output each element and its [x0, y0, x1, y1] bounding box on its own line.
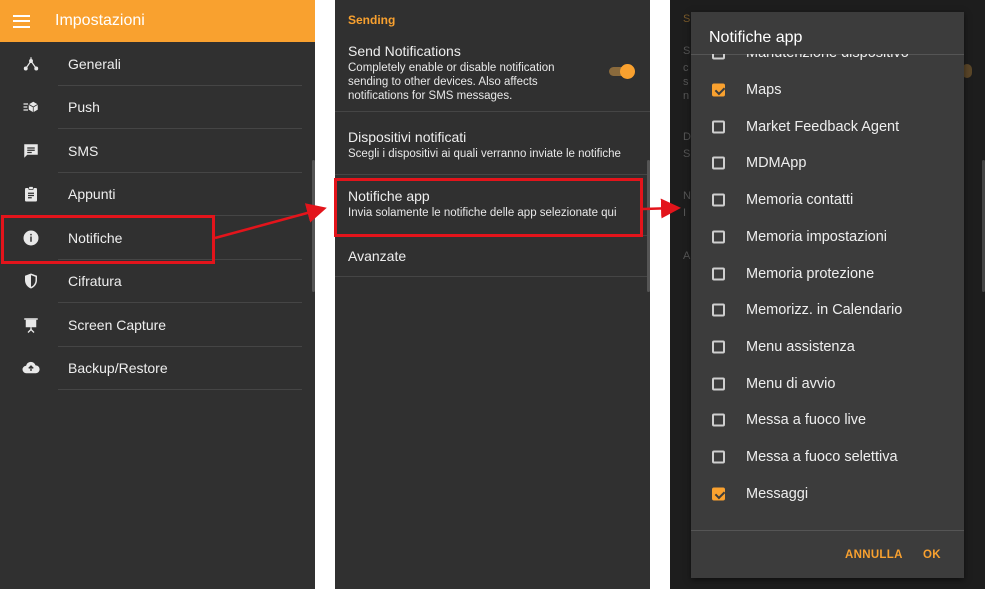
- checkbox-unchecked-icon[interactable]: [712, 120, 725, 134]
- pref-dispositivi-notificati[interactable]: Dispositivi notificati Scegli i disposit…: [335, 112, 650, 175]
- app-checkbox-row[interactable]: Maps: [691, 72, 964, 109]
- scrollbar[interactable]: [312, 160, 315, 292]
- nav-item-screen-capture[interactable]: Screen Capture: [0, 303, 315, 347]
- pref-subtitle: Scegli i dispositivi ai quali verranno i…: [348, 148, 621, 160]
- background-fragment: s: [683, 76, 689, 88]
- checkbox-unchecked-icon[interactable]: [712, 450, 725, 464]
- checkbox-unchecked-icon[interactable]: [712, 54, 725, 60]
- ok-button[interactable]: OK: [923, 549, 941, 561]
- nav-label: SMS: [68, 142, 99, 159]
- nav-item-cifratura[interactable]: Cifratura: [0, 260, 315, 303]
- notification-settings-panel: Sending Send Notifications Completely en…: [335, 0, 650, 589]
- app-checkbox-row[interactable]: Memoria impostazioni: [691, 219, 964, 256]
- cancel-button[interactable]: ANNULLA: [845, 549, 903, 561]
- app-name-label: MDMApp: [746, 155, 807, 172]
- checkbox-checked-icon[interactable]: [712, 487, 725, 501]
- pref-avanzate[interactable]: Avanzate: [335, 236, 650, 277]
- projector-icon: [24, 318, 38, 333]
- app-checkbox-row[interactable]: Market Feedback Agent: [691, 108, 964, 145]
- highlight-notifiche-nav: [1, 215, 215, 264]
- app-checkbox-row[interactable]: Messa a fuoco selettiva: [691, 439, 964, 476]
- pref-subtitle: Completely enable or disable notificatio…: [348, 62, 555, 102]
- sms-icon: [24, 144, 38, 158]
- shield-icon: [25, 273, 37, 289]
- hamburger-menu-icon[interactable]: [13, 14, 30, 28]
- nav-label: Backup/Restore: [68, 360, 168, 377]
- background-fragment: N: [683, 190, 691, 202]
- nav-item-appunti[interactable]: Appunti: [0, 173, 315, 216]
- app-name-label: Menu di avvio: [746, 375, 836, 392]
- pref-send-notifications[interactable]: Send Notifications Completely enable or …: [335, 0, 650, 112]
- app-checkbox-row[interactable]: MDMApp: [691, 145, 964, 182]
- nav-label: Push: [68, 99, 100, 116]
- nav-item-push[interactable]: Push: [0, 86, 315, 129]
- app-checkbox-row[interactable]: Memoria protezione: [691, 255, 964, 292]
- checkbox-unchecked-icon[interactable]: [712, 156, 725, 170]
- background-fragment: c: [683, 62, 689, 74]
- app-name-label: Messaggi: [746, 485, 809, 502]
- push-icon: [23, 102, 38, 113]
- checkbox-unchecked-icon[interactable]: [712, 267, 725, 281]
- dialog-title: Notifiche app: [709, 29, 803, 46]
- app-name-label: Memoria contatti: [746, 192, 854, 209]
- background-fragment: n: [683, 90, 690, 102]
- nav-item-sms[interactable]: SMS: [0, 129, 315, 173]
- app-checkbox-row[interactable]: Menu assistenza: [691, 329, 964, 366]
- nav-label: Screen Capture: [68, 316, 167, 333]
- background-fragment: S: [683, 45, 691, 57]
- app-bar: Impostazioni: [0, 0, 315, 42]
- nav-item-backup-restore[interactable]: Backup/Restore: [0, 347, 315, 390]
- app-name-label: Messa a fuoco selettiva: [746, 449, 898, 466]
- app-name-label: Manutenzione dispositivo: [746, 54, 909, 61]
- checkbox-unchecked-icon[interactable]: [712, 303, 725, 317]
- checkbox-unchecked-icon[interactable]: [712, 193, 725, 207]
- app-checkbox-row[interactable]: Messa a fuoco live: [691, 402, 964, 439]
- app-name-label: Market Feedback Agent: [746, 118, 900, 135]
- background-fragment: I: [683, 207, 687, 219]
- app-checkbox-row[interactable]: Memoria contatti: [691, 182, 964, 219]
- app-checkbox-row[interactable]: Manutenzione dispositivo: [691, 54, 964, 72]
- checkbox-unchecked-icon[interactable]: [712, 377, 725, 391]
- app-name-label: Memoria protezione: [746, 265, 875, 282]
- app-selection-panel: S S c s n D S N I A Notifiche app Manute…: [670, 0, 985, 589]
- background-fragment: A: [683, 250, 691, 262]
- app-name-label: Maps: [746, 82, 782, 99]
- app-selection-dialog: Notifiche app Manutenzione dispositivoMa…: [691, 12, 964, 578]
- clipboard-icon: [25, 186, 37, 202]
- highlight-notifiche-app-pref: [334, 178, 643, 237]
- nav-label: Cifratura: [68, 273, 122, 290]
- scrollbar[interactable]: [647, 160, 650, 292]
- background-fragment: S: [683, 148, 691, 160]
- app-checkbox-row[interactable]: Memorizz. in Calendario: [691, 292, 964, 329]
- app-name-label: Menu assistenza: [746, 338, 855, 355]
- checkbox-unchecked-icon[interactable]: [712, 230, 725, 244]
- pref-title: Avanzate: [348, 248, 407, 264]
- app-checkbox-row[interactable]: Menu di avvio: [691, 365, 964, 402]
- background-fragment: S: [683, 13, 691, 25]
- nav-item-generali[interactable]: Generali: [0, 42, 315, 86]
- pref-title: Send Notifications: [348, 43, 461, 59]
- settings-panel: Impostazioni Generali Push SMS Appunti N…: [0, 0, 315, 589]
- checkbox-unchecked-icon[interactable]: [712, 340, 725, 354]
- app-name-label: Memorizz. in Calendario: [746, 302, 903, 319]
- background-fragment: D: [683, 131, 691, 143]
- nav-label: Generali: [68, 55, 121, 72]
- app-checkbox-list[interactable]: Manutenzione dispositivo Maps Market Feedb…: [691, 54, 964, 530]
- app-bar-title: Impostazioni: [55, 12, 145, 29]
- pref-title: Dispositivi notificati: [348, 129, 467, 145]
- app-checkbox-row[interactable]: Messaggi: [691, 475, 964, 512]
- hub-icon: [23, 57, 39, 71]
- send-notifications-toggle[interactable]: [609, 64, 635, 79]
- nav-label: Appunti: [68, 186, 116, 203]
- app-name-label: Memoria impostazioni: [746, 228, 888, 245]
- checkbox-unchecked-icon[interactable]: [712, 413, 725, 427]
- cloud-upload-icon: [22, 362, 40, 374]
- app-name-label: Messa a fuoco live: [746, 412, 867, 429]
- checkbox-checked-icon[interactable]: [712, 83, 725, 97]
